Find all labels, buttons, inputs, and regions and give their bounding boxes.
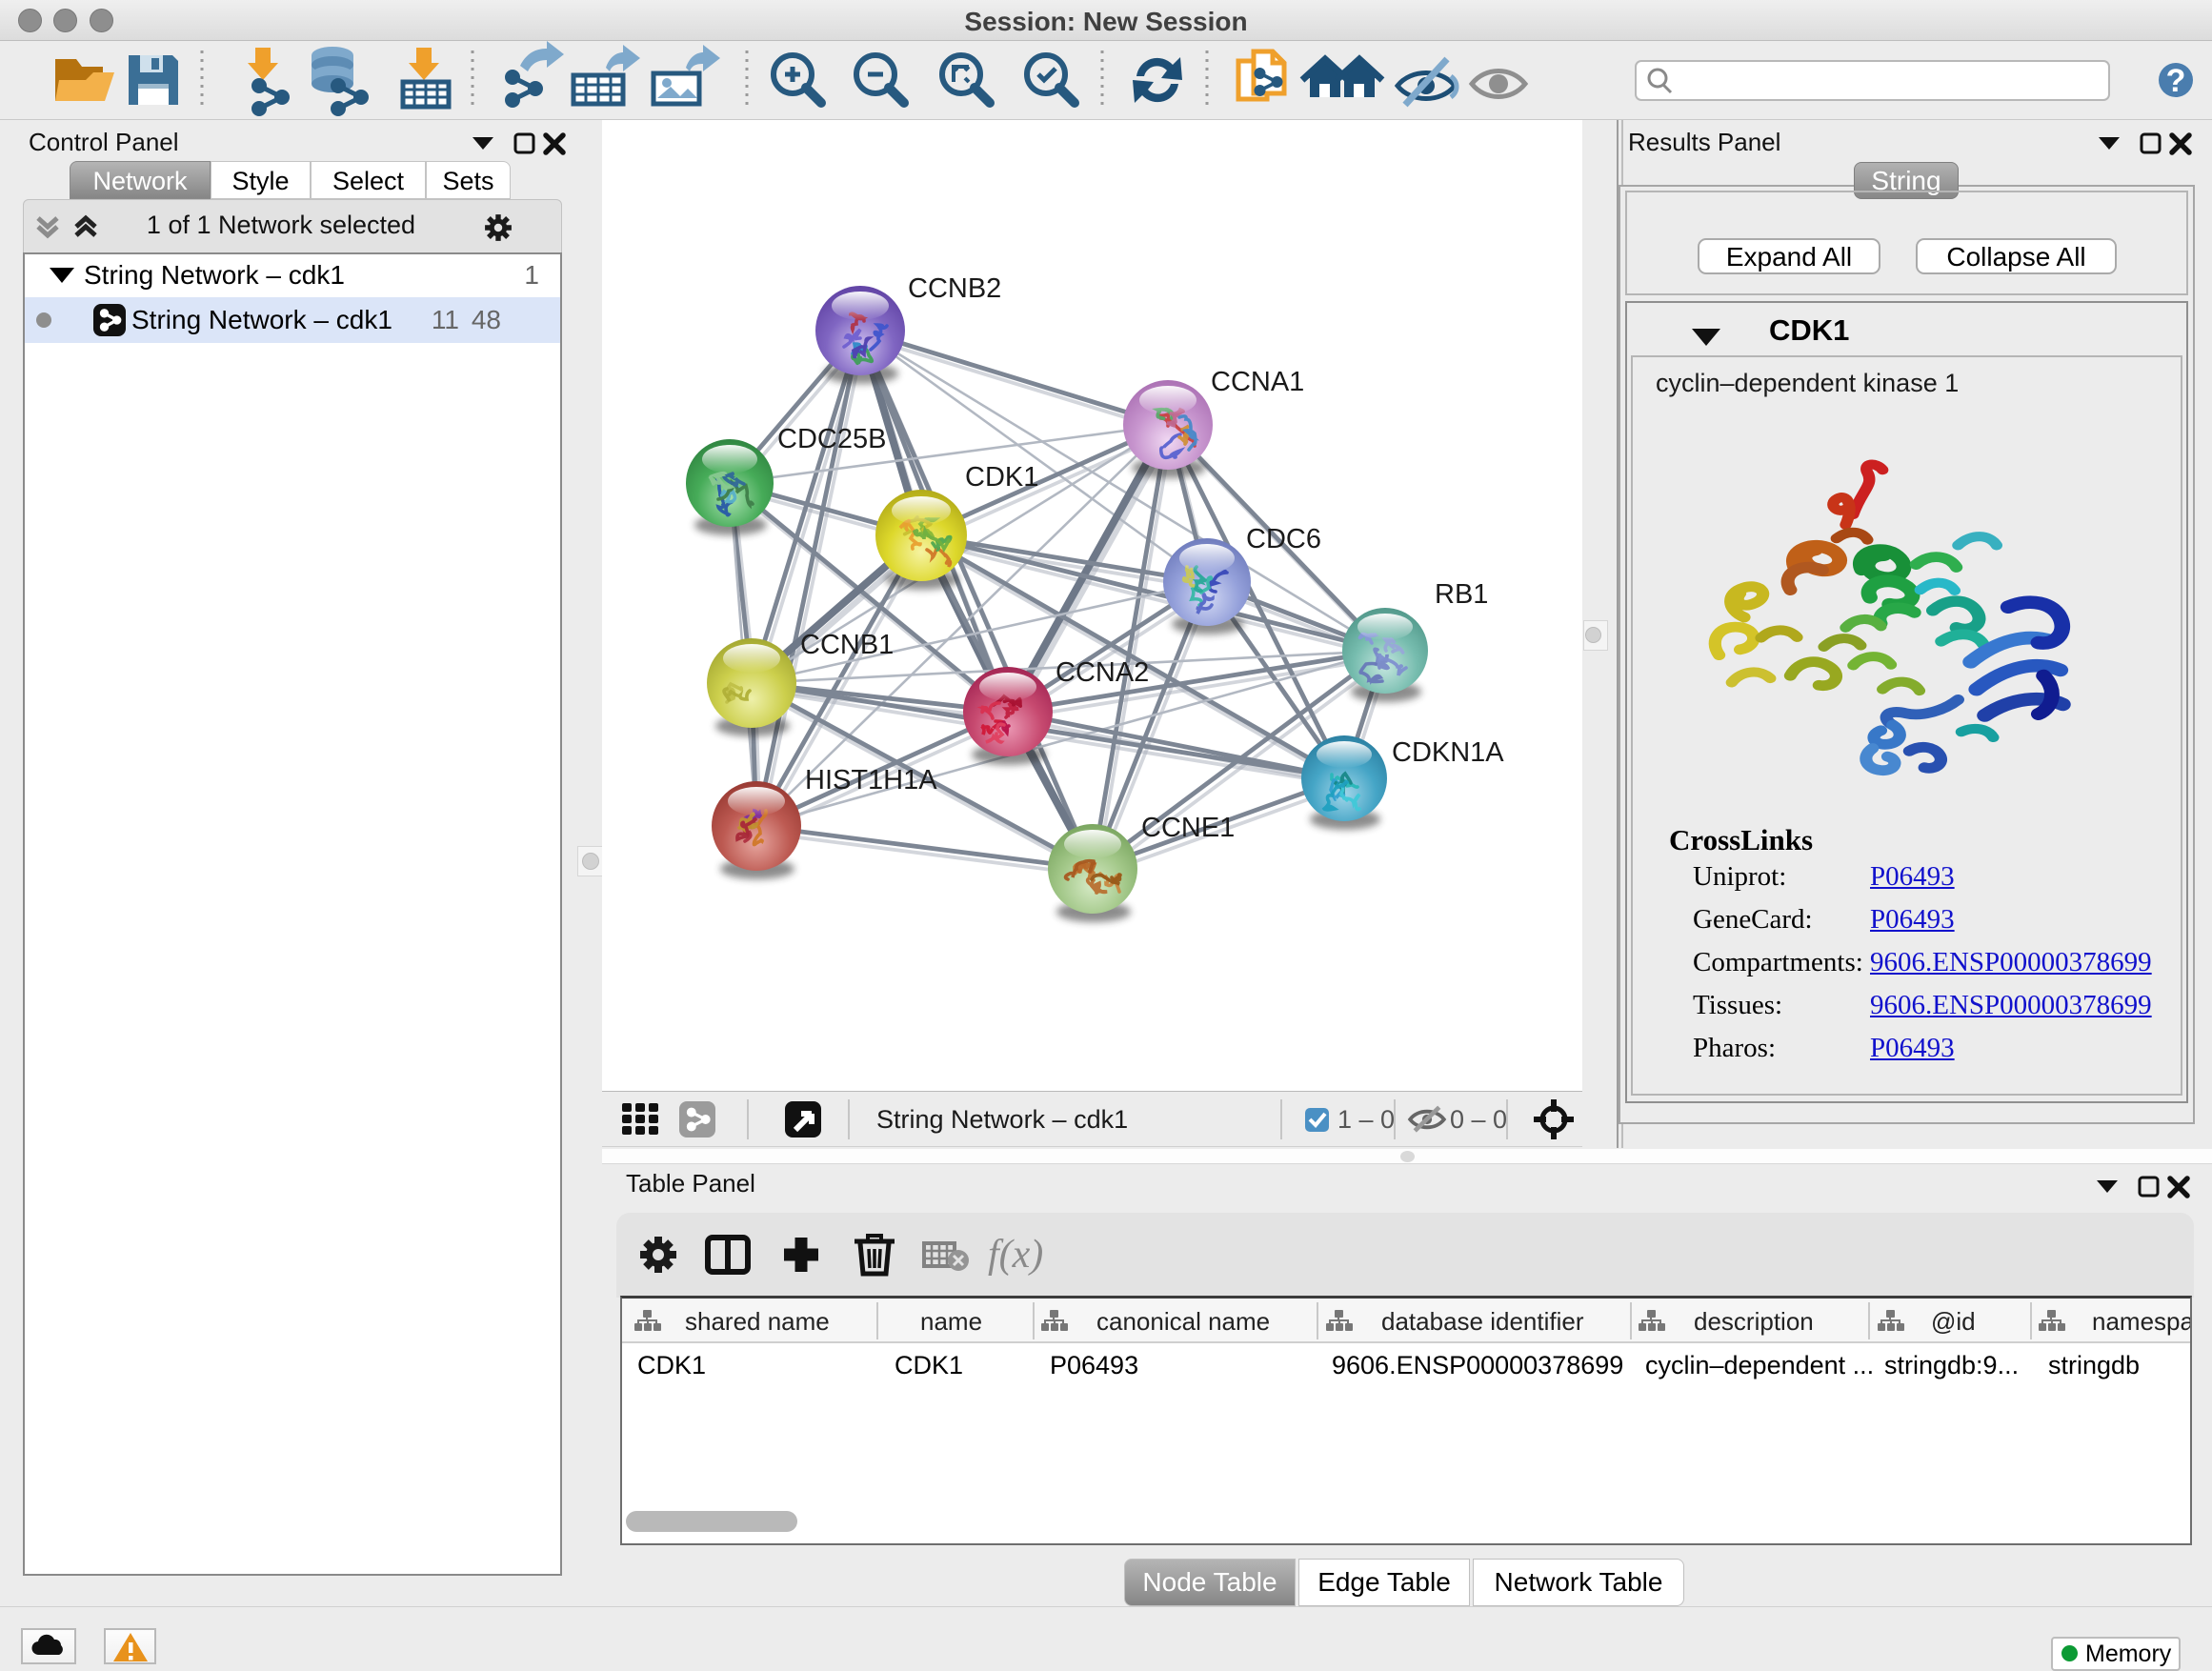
svg-text:CDC25B: CDC25B <box>777 424 886 454</box>
svg-text:name: name <box>920 1307 982 1336</box>
svg-text:HIST1H1A: HIST1H1A <box>805 765 937 795</box>
svg-text:namespac: namespac <box>2092 1307 2190 1336</box>
svg-text:CDC6: CDC6 <box>1246 524 1321 554</box>
svg-text:@id: @id <box>1931 1307 1976 1336</box>
svg-text:CCNA2: CCNA2 <box>1056 657 1149 688</box>
svg-text:CCNB2: CCNB2 <box>908 273 1001 304</box>
svg-text:shared name: shared name <box>685 1307 830 1336</box>
svg-text:description: description <box>1694 1307 1814 1336</box>
svg-text:0 – 0: 0 – 0 <box>1450 1105 1507 1134</box>
svg-text:?: ? <box>2166 63 2186 99</box>
svg-text:database identifier: database identifier <box>1381 1307 1584 1336</box>
svg-text:CDK1: CDK1 <box>965 462 1038 493</box>
svg-text:canonical name: canonical name <box>1096 1307 1270 1336</box>
svg-text:f(x): f(x) <box>988 1233 1043 1277</box>
svg-text:RB1: RB1 <box>1435 579 1488 610</box>
svg-text:CDKN1A: CDKN1A <box>1392 737 1504 768</box>
svg-text:1 – 0: 1 – 0 <box>1337 1105 1395 1134</box>
svg-text:CCNE1: CCNE1 <box>1141 813 1235 843</box>
svg-text:CCNA1: CCNA1 <box>1211 367 1304 397</box>
svg-text:CCNB1: CCNB1 <box>800 630 894 660</box>
svg-text:String Network – cdk1: String Network – cdk1 <box>876 1105 1128 1134</box>
